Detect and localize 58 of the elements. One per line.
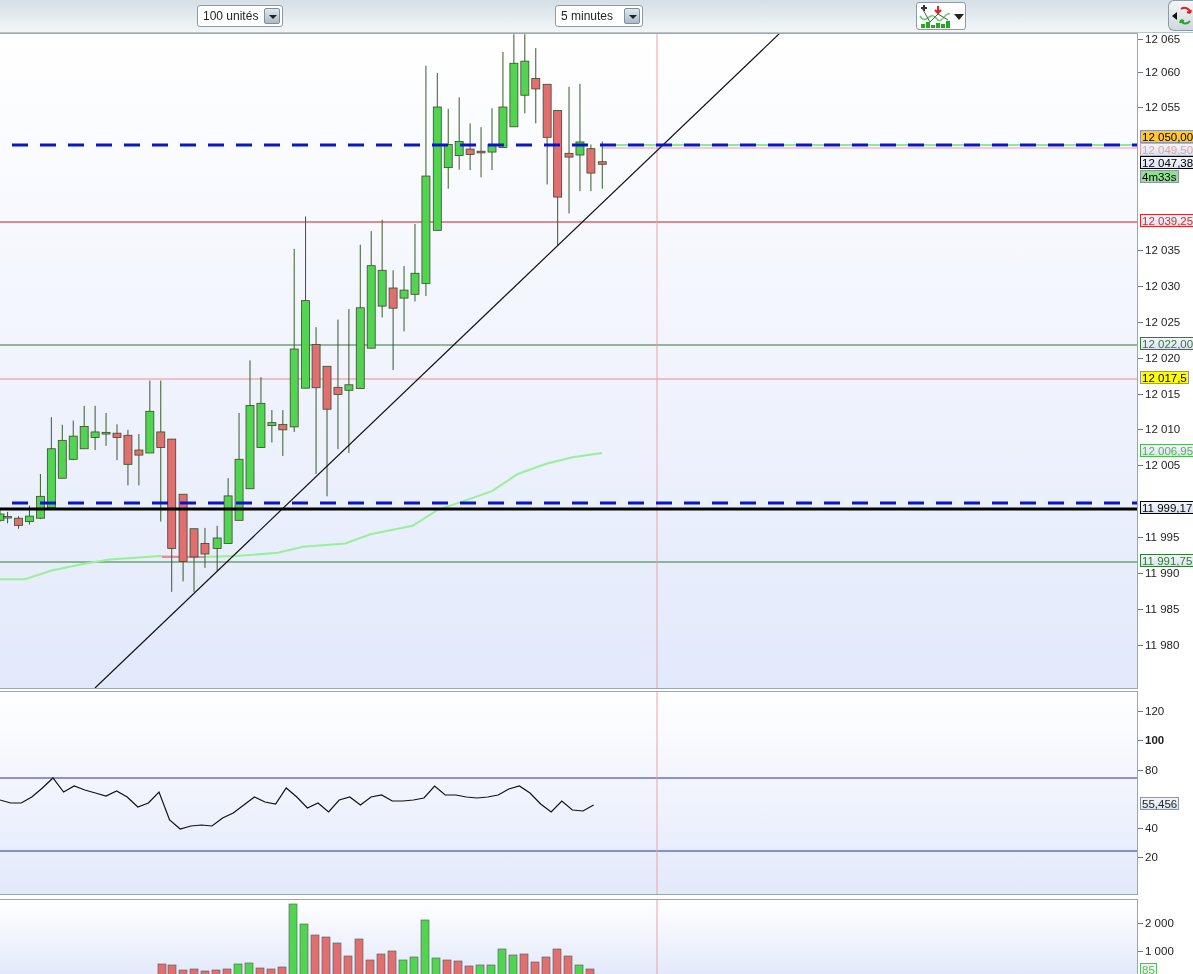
axis-label: 11 985 — [1138, 602, 1180, 616]
axis-label: 12 020 — [1138, 351, 1181, 365]
price-tag: 12 039,25 — [1140, 214, 1193, 227]
swap-arrows-icon — [1171, 5, 1193, 27]
axis-label: 11 980 — [1138, 638, 1180, 652]
quantity-dropdown[interactable]: 100 unités — [197, 5, 283, 27]
axis-label: 12 060 — [1138, 65, 1181, 79]
axis-label: 2 000 — [1138, 916, 1174, 930]
candlestick — [25, 505, 34, 526]
price-tag: 12 049,50 — [1140, 143, 1193, 156]
price-tag: 12 047,38 — [1140, 156, 1193, 169]
axis-label: 12 025 — [1138, 315, 1181, 329]
candlestick — [68, 420, 78, 461]
timer-tag: 4m33s — [1140, 170, 1179, 183]
axis-label: 12 015 — [1138, 387, 1181, 401]
candlestick — [212, 525, 222, 572]
axis-label: 11 990 — [1138, 566, 1180, 580]
axis-label: 12 065 — [1138, 32, 1181, 46]
volume-bar — [508, 954, 518, 974]
axis-label: 12 010 — [1138, 422, 1181, 436]
volume-bar — [442, 959, 452, 974]
caret-icon — [954, 14, 964, 20]
candlestick — [14, 515, 23, 530]
value-tag: 85 — [1140, 963, 1157, 974]
candlestick — [90, 405, 100, 451]
price-tag: 12 022,00 — [1140, 337, 1193, 350]
price-tag: 11 999,17 — [1140, 501, 1193, 514]
price-tag: 12 006,95 — [1140, 444, 1193, 457]
axis-label: 120 — [1138, 704, 1165, 718]
axis-label: 80 — [1138, 763, 1158, 777]
candlestick — [101, 412, 111, 447]
candlestick — [134, 433, 144, 486]
axis-label: 12 005 — [1138, 458, 1181, 472]
volume-bar — [157, 963, 167, 974]
volume-bar — [321, 936, 331, 974]
volume-bar — [299, 923, 309, 974]
price-tag: 11 991,75 — [1140, 554, 1193, 567]
axis-label: 12 035 — [1138, 243, 1181, 257]
axis-label: 12 055 — [1138, 100, 1181, 114]
price-tag: 12 050,00 — [1140, 130, 1193, 143]
candlestick — [79, 405, 89, 450]
axis-label: 11 995 — [1138, 530, 1180, 544]
chart-tools-button[interactable] — [916, 2, 966, 30]
value-tag: 55,456 — [1140, 797, 1180, 810]
side-panel-button[interactable] — [1168, 0, 1193, 31]
volume-bar — [475, 964, 485, 974]
axis-label: 20 — [1138, 850, 1158, 864]
axis-label: 1 000 — [1138, 944, 1174, 958]
volume-bar — [310, 934, 320, 974]
volume-bar — [376, 953, 386, 974]
axis-label: 40 — [1138, 821, 1158, 835]
candlestick — [476, 126, 486, 178]
axis-label: 12 030 — [1138, 279, 1181, 293]
candlestick — [597, 141, 607, 190]
chart-indicator-icon — [918, 4, 952, 30]
price-tag: 12 017,5 — [1140, 371, 1189, 384]
timeframe-dropdown[interactable]: 5 minutes — [555, 5, 643, 27]
axis-label: 100 — [1138, 733, 1165, 747]
